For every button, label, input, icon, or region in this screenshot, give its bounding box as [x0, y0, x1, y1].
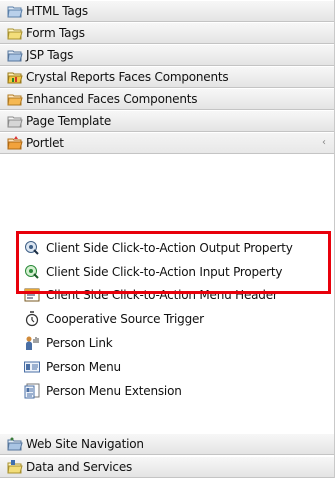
drawer-web-site-navigation[interactable]: Web Site Navigation — [0, 433, 334, 455]
palette-item-label: Person Menu Extension — [46, 384, 182, 398]
person-menu-icon — [24, 359, 40, 375]
drawer-page-template[interactable]: Page Template — [0, 110, 334, 132]
drawer-label: HTML Tags — [26, 4, 88, 18]
folder-open-icon — [7, 47, 23, 63]
drawer-label: Page Template — [26, 114, 112, 128]
highlight-box — [16, 231, 331, 294]
drawer-label: Web Site Navigation — [26, 437, 144, 451]
palette-item-person-menu[interactable]: Person Menu — [0, 355, 334, 379]
folder-open-icon — [7, 135, 23, 151]
drawer-jsp-tags[interactable]: JSP Tags — [0, 44, 334, 66]
folder-open-icon — [7, 69, 23, 85]
palette-item-source-trigger[interactable]: Cooperative Source Trigger — [0, 307, 334, 331]
drawer-crystal-reports[interactable]: Crystal Reports Faces Components — [0, 66, 334, 88]
person-menu-extension-icon — [24, 383, 40, 399]
person-link-icon — [24, 335, 40, 351]
drawer-label: JSP Tags — [26, 48, 74, 62]
drawer-label: Enhanced Faces Components — [26, 92, 198, 106]
folder-open-icon — [7, 459, 23, 475]
folder-open-icon — [7, 25, 23, 41]
palette-item-label: Person Link — [46, 336, 113, 350]
folder-open-icon — [7, 3, 23, 19]
folder-open-icon — [7, 113, 23, 129]
source-trigger-icon — [24, 311, 40, 327]
palette-item-label: Cooperative Source Trigger — [46, 312, 204, 326]
drawer-label: Crystal Reports Faces Components — [26, 70, 229, 84]
folder-open-icon — [7, 91, 23, 107]
folder-open-icon — [7, 436, 23, 452]
drawer-html-tags[interactable]: HTML Tags — [0, 0, 334, 22]
palette-item-person-menu-extension[interactable]: Person Menu Extension — [0, 379, 334, 403]
drawer-label: Portlet — [26, 136, 64, 150]
drawer-enhanced-faces[interactable]: Enhanced Faces Components — [0, 88, 334, 110]
collapse-arrow-icon[interactable]: ‹ — [322, 137, 330, 149]
palette-item-person-link[interactable]: Person Link — [0, 331, 334, 355]
drawer-label: Form Tags — [26, 26, 85, 40]
drawer-data-and-services[interactable]: Data and Services — [0, 456, 334, 478]
drawer-portlet[interactable]: Portlet ‹ — [0, 132, 334, 154]
palette-item-label: Person Menu — [46, 360, 121, 374]
drawer-form-tags[interactable]: Form Tags — [0, 22, 334, 44]
drawer-label: Data and Services — [26, 460, 133, 474]
